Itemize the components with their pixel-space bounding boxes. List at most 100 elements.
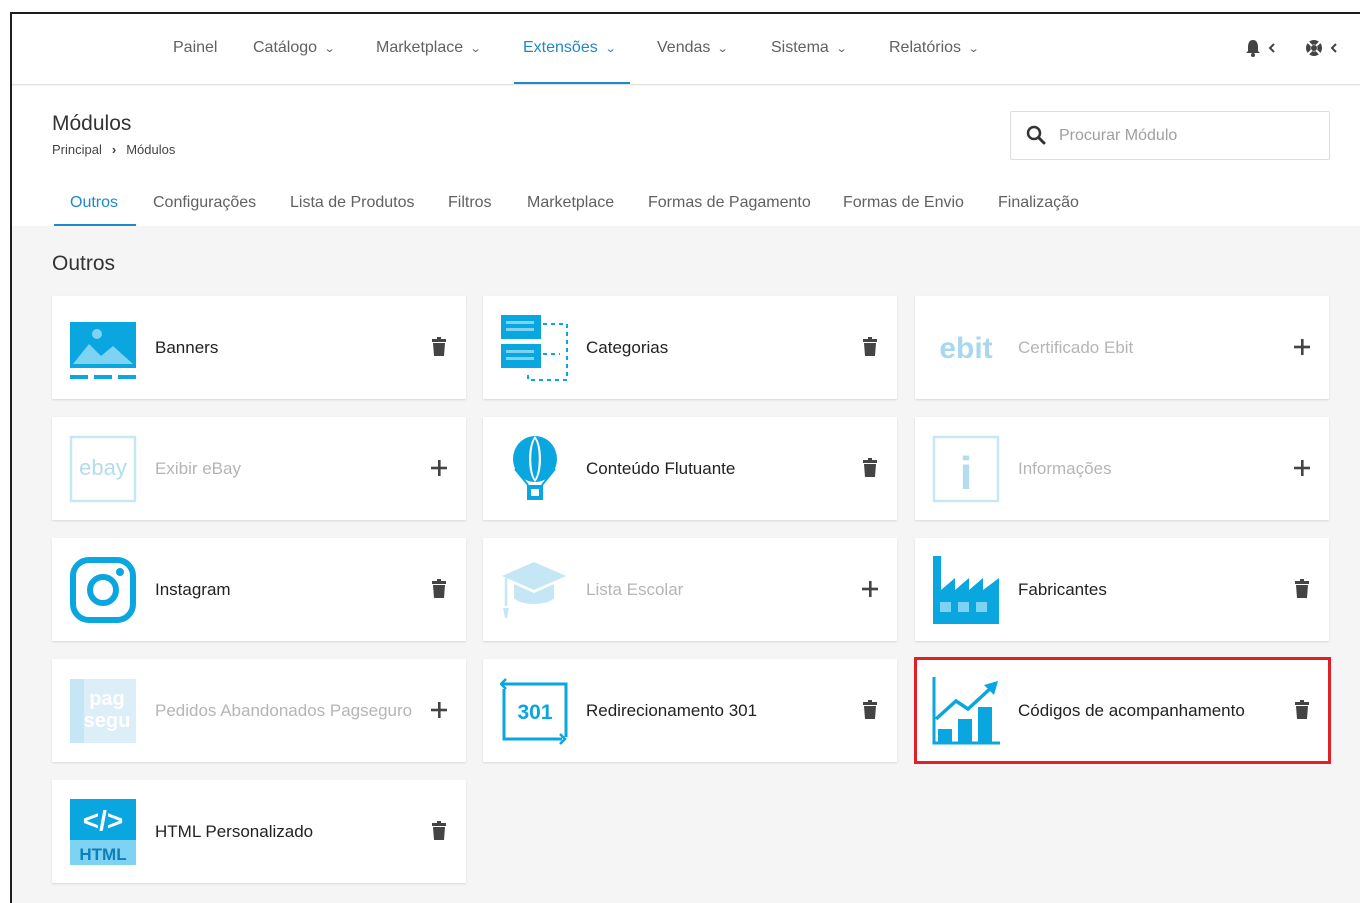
chevron-down-icon: ⌄	[469, 43, 482, 55]
hot-air-balloon-icon	[513, 436, 557, 500]
module-label: Instagram	[155, 580, 231, 599]
trash-icon[interactable]	[1291, 578, 1313, 600]
module-card-pedidos-abandonados-pagseguro[interactable]: pag segu Pedidos Abandonados Pagseguro	[52, 659, 466, 762]
svg-text:pag: pag	[89, 688, 125, 710]
nav-label: Marketplace	[376, 39, 464, 56]
breadcrumb-modulos: Módulos	[126, 142, 176, 157]
module-card-informacoes[interactable]: i Informações	[915, 417, 1329, 520]
module-label: Exibir eBay	[155, 459, 241, 478]
trash-icon[interactable]	[428, 820, 450, 842]
module-card-instagram[interactable]: Instagram	[52, 538, 466, 641]
nav-vendas[interactable]: Vendas ⌄	[657, 14, 729, 85]
notifications-button[interactable]	[1245, 38, 1279, 63]
svg-text:i: i	[960, 447, 973, 499]
nav-label: Vendas	[657, 39, 711, 56]
svg-text:ebay: ebay	[79, 455, 127, 480]
svg-text:HTML: HTML	[79, 845, 126, 864]
page-header: Módulos Principal › Módulos Outros Configu…	[12, 86, 1360, 226]
module-label: Fabricantes	[1018, 580, 1107, 599]
trash-icon[interactable]	[428, 578, 450, 600]
module-card-codigos-de-acompanhamento[interactable]: Códigos de acompanhamento	[915, 659, 1329, 762]
chevron-down-icon: ⌄	[835, 43, 848, 55]
tab-marketplace[interactable]: Marketplace	[527, 194, 614, 212]
module-card-conteudo-flutuante[interactable]: Conteúdo Flutuante	[483, 417, 897, 520]
module-label: Lista Escolar	[586, 580, 684, 599]
search-icon[interactable]	[1025, 124, 1047, 146]
html-code-icon: </> HTML	[70, 799, 136, 865]
nav-label: Sistema	[771, 39, 829, 56]
chevron-down-icon: ⌄	[604, 43, 617, 55]
tab-outros[interactable]: Outros	[70, 194, 118, 212]
page-title: Módulos	[52, 112, 132, 135]
factory-icon	[933, 556, 999, 624]
module-label: Redirecionamento 301	[586, 701, 758, 720]
nav-catalogo[interactable]: Catálogo ⌄	[253, 14, 336, 85]
nav-label: Painel	[173, 39, 218, 56]
breadcrumb-principal[interactable]: Principal	[52, 142, 102, 157]
nav-extensoes[interactable]: Extensões ⌄	[523, 14, 617, 85]
nav-marketplace[interactable]: Marketplace ⌄	[376, 14, 482, 85]
tab-lista-de-produtos[interactable]: Lista de Produtos	[290, 194, 415, 212]
module-card-banners[interactable]: Banners	[52, 296, 466, 399]
chevron-down-icon: ⌄	[717, 43, 729, 55]
module-card-fabricantes[interactable]: Fabricantes	[915, 538, 1329, 641]
module-label: Certificado Ebit	[1018, 338, 1134, 357]
breadcrumb: Principal › Módulos	[52, 142, 185, 157]
top-navigation: Painel Catálogo ⌄ Marketplace ⌄ Extensões ⌄…	[12, 14, 1360, 85]
trash-icon[interactable]	[1291, 699, 1313, 721]
nav-painel[interactable]: Painel	[173, 14, 217, 85]
module-label: Categorias	[586, 338, 669, 357]
nav-label: Relatórios	[889, 39, 962, 56]
svg-text:ebit: ebit	[939, 332, 992, 365]
module-label: Pedidos Abandonados Pagseguro	[155, 701, 413, 720]
instagram-icon	[70, 557, 136, 623]
module-label: HTML Personalizado	[155, 822, 314, 841]
trash-icon[interactable]	[859, 457, 881, 479]
module-card-redirecionamento-301[interactable]: 301 Redirecionamento 301	[483, 659, 897, 762]
module-search	[1010, 111, 1330, 160]
module-card-categorias[interactable]: Categorias	[483, 296, 897, 399]
pagseguro-logo-icon: pag segu	[70, 679, 136, 743]
bell-icon	[1246, 40, 1275, 57]
plus-icon[interactable]	[1291, 336, 1313, 358]
graduation-cap-icon	[502, 562, 566, 618]
plus-icon[interactable]	[859, 578, 881, 600]
ebit-logo-icon: ebit	[939, 332, 992, 365]
growth-chart-icon	[932, 677, 1000, 745]
module-label: Banners	[155, 338, 219, 357]
chevron-down-icon: ⌄	[967, 43, 980, 55]
trash-icon[interactable]	[428, 336, 450, 358]
tab-active-indicator	[54, 224, 136, 226]
tab-filtros[interactable]: Filtros	[448, 194, 492, 212]
module-card-lista-escolar[interactable]: Lista Escolar	[483, 538, 897, 641]
banner-image-icon	[70, 322, 136, 379]
nav-label: Extensões	[523, 39, 598, 56]
ebay-logo-icon: ebay	[69, 435, 137, 503]
module-card-exibir-ebay[interactable]: ebay Exibir eBay	[52, 417, 466, 520]
redirect-301-icon: 301	[500, 678, 568, 745]
chevron-right-icon: ›	[111, 142, 117, 157]
tab-formas-de-pagamento[interactable]: Formas de Pagamento	[648, 194, 811, 212]
svg-text:301: 301	[517, 701, 552, 724]
module-label: Códigos de acompanhamento	[1018, 701, 1245, 720]
nav-label: Catálogo	[253, 39, 318, 56]
nav-sistema[interactable]: Sistema ⌄	[771, 14, 848, 85]
tab-configuracoes[interactable]: Configurações	[153, 194, 256, 212]
categories-icon	[501, 315, 568, 381]
tab-finalizacao[interactable]: Finalização	[998, 194, 1079, 212]
info-icon: i	[932, 435, 1000, 503]
help-icon	[1306, 40, 1337, 56]
search-input[interactable]	[1059, 123, 1309, 149]
plus-icon[interactable]	[1291, 457, 1313, 479]
module-card-html-personalizado[interactable]: </> HTML HTML Personalizado	[52, 780, 466, 883]
tab-formas-de-envio[interactable]: Formas de Envio	[843, 194, 964, 212]
nav-relatorios[interactable]: Relatórios ⌄	[889, 14, 980, 85]
app-frame: Painel Catálogo ⌄ Marketplace ⌄ Extensões ⌄…	[10, 12, 1360, 903]
help-button[interactable]	[1305, 38, 1341, 63]
plus-icon[interactable]	[428, 457, 450, 479]
trash-icon[interactable]	[859, 699, 881, 721]
module-card-certificado-ebit[interactable]: ebit Certificado Ebit	[915, 296, 1329, 399]
trash-icon[interactable]	[859, 336, 881, 358]
svg-text:segu: segu	[84, 710, 131, 732]
plus-icon[interactable]	[428, 699, 450, 721]
